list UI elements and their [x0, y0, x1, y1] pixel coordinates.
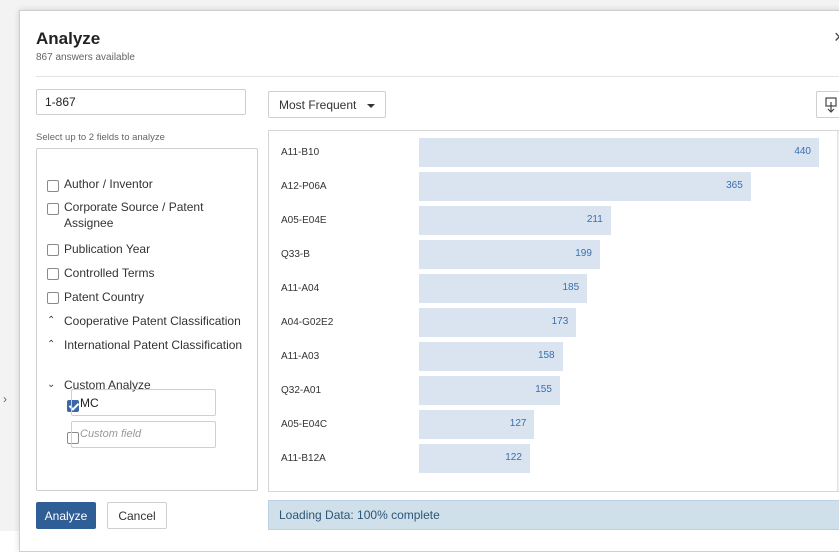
bar-value: 365: [726, 180, 743, 191]
sort-dropdown-label: Most Frequent: [279, 98, 357, 112]
checkbox-patent-country[interactable]: [47, 292, 59, 304]
header-divider: [36, 76, 839, 77]
expander-international-patent-classification[interactable]: International Patent Classification: [64, 337, 254, 353]
caret-down-icon: [367, 104, 375, 108]
custom-field-input[interactable]: Custom field: [71, 421, 216, 448]
frequency-bar-chart: ⌃ ⌄ A11-B10440A12-P06A365A05-E04E211Q33-…: [268, 130, 839, 492]
bar-value: 158: [537, 350, 555, 361]
mc-field-input[interactable]: MC: [71, 389, 216, 416]
checkbox-corporate-source[interactable]: [47, 203, 59, 215]
bar-label: A05-E04E: [281, 215, 327, 226]
close-icon[interactable]: ×: [834, 27, 839, 48]
bar[interactable]: [419, 137, 819, 167]
cancel-button[interactable]: Cancel: [107, 502, 167, 529]
bar-value: 127: [509, 418, 527, 429]
bar-value: 155: [535, 384, 552, 395]
field-label-publication-year: Publication Year: [64, 242, 151, 256]
bar-value: 173: [551, 316, 569, 327]
checkbox-author-inventor[interactable]: [47, 180, 59, 192]
bar-value: 122: [505, 452, 522, 463]
bar-value: 199: [575, 248, 592, 259]
field-label-patent-country: Patent Country: [64, 290, 145, 304]
bar-label: Q32-A01: [281, 385, 322, 396]
loading-status: Loading Data: 100% complete: [268, 500, 839, 530]
expander-cooperative-patent-classification[interactable]: Cooperative Patent Classification: [64, 313, 254, 329]
sort-dropdown[interactable]: Most Frequent: [268, 91, 386, 118]
analyze-dialog: Analyze 867 answers available × 1-867 Se…: [19, 10, 839, 552]
dialog-subtitle: 867 answers available: [36, 52, 135, 63]
bar-label: Q33-B: [281, 249, 310, 260]
bar-value: 440: [794, 146, 811, 157]
backdrop-edge-glyph: ›: [3, 392, 7, 406]
chevron-up-icon[interactable]: ⌃: [47, 337, 55, 353]
field-label-controlled-terms: Controlled Terms: [64, 266, 155, 280]
dialog-title: Analyze: [36, 29, 101, 48]
bar-label: A11-A04: [281, 283, 320, 294]
bar-label: A11-B12A: [281, 453, 326, 464]
bar-label: A12-P06A: [281, 181, 327, 192]
field-label-author-inventor: Author / Inventor: [64, 177, 153, 191]
answer-range-input[interactable]: 1-867: [36, 89, 246, 115]
chevron-up-icon[interactable]: ⌃: [47, 313, 55, 329]
export-icon[interactable]: [816, 91, 839, 118]
download-icon: [825, 96, 837, 113]
bar-label: A05-E04C: [281, 419, 328, 430]
checkbox-publication-year[interactable]: [47, 244, 59, 256]
bar-label: A11-B10: [281, 147, 320, 158]
field-label-corporate-source: Corporate Source / Patent Assignee: [64, 200, 204, 230]
bar-label: A04-G02E2: [281, 317, 334, 328]
bar-value: 185: [562, 282, 580, 293]
checkbox-controlled-terms[interactable]: [47, 268, 59, 280]
analyze-button[interactable]: Analyze: [36, 502, 96, 529]
bar-label: A11-A03: [281, 351, 320, 362]
bar-value: 211: [586, 214, 603, 225]
chevron-down-icon[interactable]: ⌄: [47, 377, 55, 393]
fields-hint: Select up to 2 fields to analyze: [36, 132, 165, 143]
bar[interactable]: [419, 171, 751, 201]
